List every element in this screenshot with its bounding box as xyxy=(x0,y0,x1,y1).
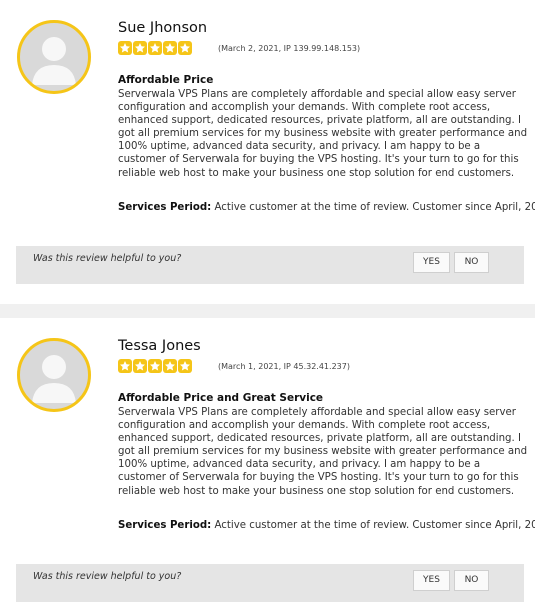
review-meta: (March 1, 2021, IP 45.32.41.237) xyxy=(218,362,350,371)
review-card: Tessa Jones (March 1, 2021, IP 45.32.41.… xyxy=(0,318,535,606)
services-period: Services Period: Active customer at the … xyxy=(118,202,535,213)
star-icon xyxy=(163,359,177,373)
user-avatar-icon xyxy=(17,20,91,94)
yes-button[interactable]: YES xyxy=(413,570,450,591)
review-body: Serverwala VPS Plans are completely affo… xyxy=(118,89,528,179)
review-title: Affordable Price and Great Service xyxy=(118,392,324,404)
helpful-bar: Was this review helpful to you? YES NO xyxy=(16,564,524,602)
review-meta: (March 2, 2021, IP 139.99.148.153) xyxy=(218,44,361,53)
star-rating xyxy=(118,359,193,373)
reviewer-name: Tessa Jones xyxy=(118,338,201,354)
review-title: Affordable Price xyxy=(118,74,214,86)
star-icon xyxy=(118,359,132,373)
services-period-label: Services Period: xyxy=(118,520,212,531)
helpful-question: Was this review helpful to you? xyxy=(33,571,182,582)
star-icon xyxy=(148,359,162,373)
star-rating xyxy=(118,41,193,55)
helpful-bar: Was this review helpful to you? YES NO xyxy=(16,246,524,284)
review-body: Serverwala VPS Plans are completely affo… xyxy=(118,407,528,497)
services-period: Services Period: Active customer at the … xyxy=(118,520,535,531)
star-icon xyxy=(163,41,177,55)
no-button[interactable]: NO xyxy=(454,252,489,273)
helpful-question: Was this review helpful to you? xyxy=(33,253,182,264)
services-period-value: Active customer at the time of review. C… xyxy=(214,202,535,213)
review-card: Sue Jhonson (March 2, 2021, IP 139.99.14… xyxy=(0,0,535,304)
star-icon xyxy=(148,41,162,55)
star-icon xyxy=(178,41,192,55)
user-avatar-icon xyxy=(17,338,91,412)
star-icon xyxy=(178,359,192,373)
star-icon xyxy=(133,359,147,373)
services-period-value: Active customer at the time of review. C… xyxy=(214,520,535,531)
star-icon xyxy=(133,41,147,55)
star-icon xyxy=(118,41,132,55)
services-period-label: Services Period: xyxy=(118,202,212,213)
no-button[interactable]: NO xyxy=(454,570,489,591)
reviewer-name: Sue Jhonson xyxy=(118,20,208,36)
yes-button[interactable]: YES xyxy=(413,252,450,273)
